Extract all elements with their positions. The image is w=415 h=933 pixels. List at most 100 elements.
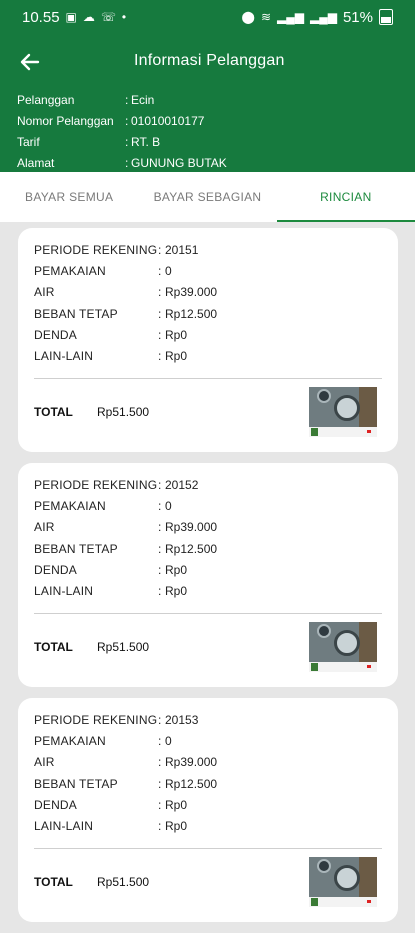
divider (34, 613, 382, 614)
detail-row: PERIODE REKENING:20151 (34, 240, 382, 261)
detail-label: DENDA (34, 562, 78, 577)
detail-row: AIR: Rp39.000 (34, 282, 382, 303)
meter-dial-icon (317, 859, 331, 873)
battery-icon (379, 9, 393, 25)
water-meter-icon (334, 395, 360, 421)
detail-value: 0 (165, 734, 172, 749)
detail-label: PEMAKAIAN (34, 734, 106, 749)
detail-label: AIR (34, 520, 55, 535)
detail-row: DENDA: Rp0 (34, 795, 382, 816)
bill-card: PERIODE REKENING:20152 PEMAKAIAN:0 AIR: R… (18, 463, 398, 687)
detail-row: BEBAN TETAP: Rp12.500 (34, 304, 382, 325)
water-meter-icon (334, 630, 360, 656)
detail-label: LAIN-LAIN (34, 349, 94, 364)
detail-value: Rp0 (165, 797, 188, 812)
total-label: TOTAL (34, 875, 73, 889)
meter-photo-thumbnail[interactable] (309, 387, 377, 437)
tab-bar: BAYAR SEMUA BAYAR SEBAGIAN RINCIAN (0, 172, 415, 222)
page-title: Informasi Pelanggan (134, 52, 285, 69)
detail-label: LAIN-LAIN (34, 819, 94, 834)
total-value: Rp51.500 (97, 640, 150, 654)
detail-value: 20153 (165, 713, 199, 727)
total-value: Rp51.500 (97, 875, 150, 889)
detail-row: LAIN-LAIN: Rp0 (34, 346, 382, 367)
detail-value: Rp39.000 (165, 755, 218, 770)
customer-label: Pelanggan (17, 93, 75, 107)
total-label: TOTAL (34, 640, 73, 654)
detail-row: PERIODE REKENING:20153 (34, 710, 382, 731)
bill-card: PERIODE REKENING:20151 PEMAKAIAN:0 AIR: R… (18, 228, 398, 452)
detail-value: 0 (165, 499, 172, 514)
customer-value: Ecin (131, 93, 155, 107)
detail-value: Rp0 (165, 562, 188, 577)
divider (34, 848, 382, 849)
bill-list: PERIODE REKENING:20151 PEMAKAIAN:0 AIR: R… (18, 228, 398, 933)
tab-bayar-semua[interactable]: BAYAR SEMUA (0, 172, 138, 222)
detail-row: PEMAKAIAN:0 (34, 731, 382, 752)
title-bar: Informasi Pelanggan (0, 40, 415, 84)
detail-value: 20151 (165, 243, 199, 257)
detail-value: Rp0 (165, 819, 188, 834)
detail-row: BEBAN TETAP: Rp12.500 (34, 539, 382, 560)
detail-label: AIR (34, 285, 55, 300)
detail-row: DENDA: Rp0 (34, 560, 382, 581)
tab-rincian[interactable]: RINCIAN (276, 172, 415, 222)
signal-2-icon: ▂▄▆ (310, 10, 337, 24)
total-label: TOTAL (34, 405, 73, 419)
bill-total: TOTAL Rp51.500 (34, 405, 149, 419)
detail-row: PEMAKAIAN:0 (34, 496, 382, 517)
location-icon: ⬤ (241, 10, 255, 24)
detail-row: BEBAN TETAP: Rp12.500 (34, 774, 382, 795)
customer-value: RT. B (131, 135, 161, 149)
bill-total: TOTAL Rp51.500 (34, 640, 149, 654)
detail-row: AIR: Rp39.000 (34, 752, 382, 773)
customer-info: Pelanggan : Ecin Nomor Pelanggan : 01010… (17, 90, 227, 174)
customer-label: Nomor Pelanggan (17, 114, 114, 128)
meter-dial-icon (317, 624, 331, 638)
bill-total: TOTAL Rp51.500 (34, 875, 149, 889)
detail-row: PEMAKAIAN:0 (34, 261, 382, 282)
arrow-left-icon (20, 53, 40, 71)
detail-value: Rp12.500 (165, 776, 218, 791)
bill-card: PERIODE REKENING:20153 PEMAKAIAN:0 AIR: R… (18, 698, 398, 922)
logo-icon (311, 663, 318, 671)
status-bar: 10.55 ▣ ☁ ☏ • ⬤ ≋ ▂▄▆ ▂▄▆ 51% (0, 0, 415, 34)
detail-label: LAIN-LAIN (34, 584, 94, 599)
cloud-icon: ☁ (82, 10, 95, 24)
gallery-icon: ▣ (65, 10, 77, 24)
detail-row: LAIN-LAIN: Rp0 (34, 581, 382, 602)
detail-label: DENDA (34, 797, 78, 812)
detail-row: DENDA: Rp0 (34, 325, 382, 346)
bill-details: PERIODE REKENING:20153 PEMAKAIAN:0 AIR: R… (34, 710, 382, 837)
detail-value: Rp39.000 (165, 285, 218, 300)
tab-bayar-sebagian[interactable]: BAYAR SEBAGIAN (138, 172, 276, 222)
detail-label: PEMAKAIAN (34, 264, 106, 279)
logo-icon (311, 428, 318, 436)
bill-details: PERIODE REKENING:20151 PEMAKAIAN:0 AIR: R… (34, 240, 382, 367)
detail-row: PERIODE REKENING:20152 (34, 475, 382, 496)
battery-percent: 51% (342, 8, 373, 26)
detail-label: AIR (34, 755, 55, 770)
address-row: Alamat : GUNUNG BUTAK (17, 153, 227, 174)
tariff-row: Tarif : RT. B (17, 132, 227, 153)
status-left: 10.55 ▣ ☁ ☏ • (22, 9, 126, 26)
detail-value: Rp39.000 (165, 520, 218, 535)
wifi-icon: ≋ (260, 10, 272, 24)
divider (34, 378, 382, 379)
back-button[interactable] (16, 48, 44, 76)
meter-photo-thumbnail[interactable] (309, 622, 377, 672)
customer-label: Tarif (17, 135, 40, 149)
detail-value: Rp0 (165, 349, 188, 364)
detail-value: Rp12.500 (165, 541, 218, 556)
customer-label: Alamat (17, 156, 55, 170)
status-time: 10.55 (22, 8, 60, 26)
bill-details: PERIODE REKENING:20152 PEMAKAIAN:0 AIR: R… (34, 475, 382, 602)
status-right: ⬤ ≋ ▂▄▆ ▂▄▆ 51% (242, 9, 393, 26)
detail-label: DENDA (34, 327, 78, 342)
detail-value: Rp0 (165, 327, 188, 342)
detail-row: LAIN-LAIN: Rp0 (34, 816, 382, 837)
detail-value: Rp12.500 (165, 306, 218, 321)
customer-value: 01010010177 (131, 114, 205, 128)
detail-value: 0 (165, 264, 172, 279)
detail-label: BEBAN TETAP (34, 306, 118, 321)
